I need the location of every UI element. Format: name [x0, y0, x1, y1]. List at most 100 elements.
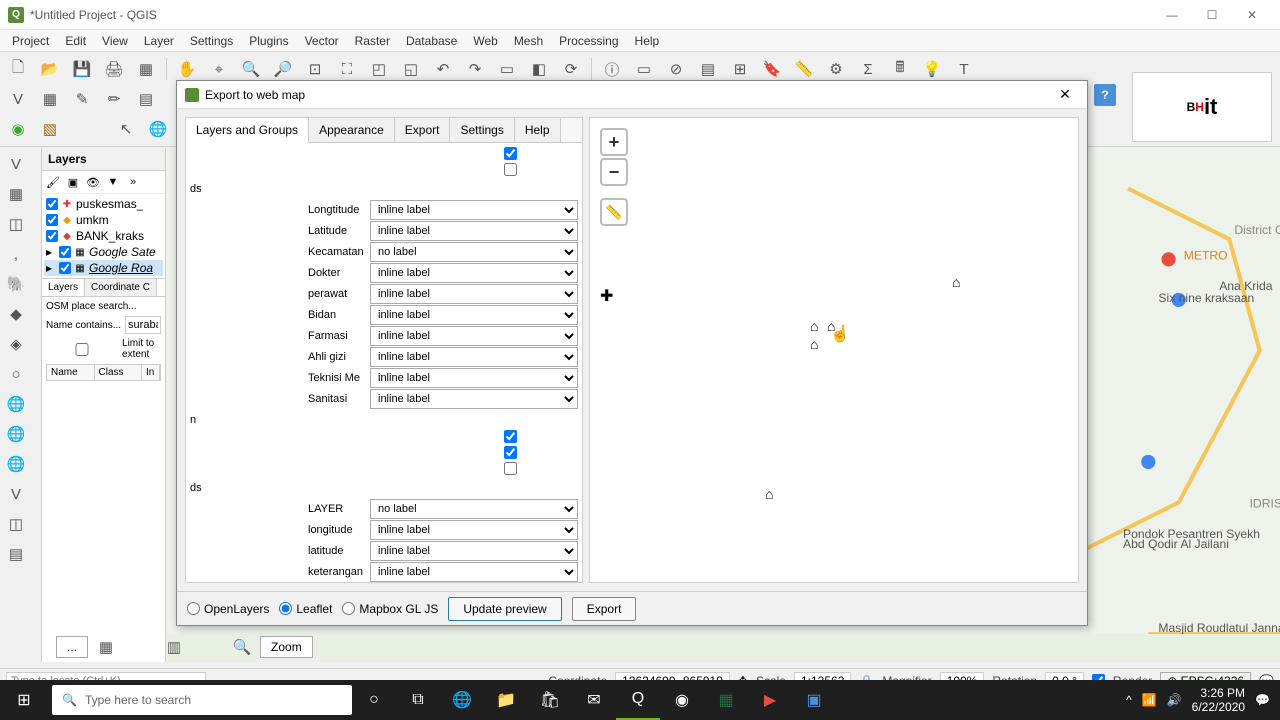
pan-icon[interactable]: ✋	[173, 55, 201, 83]
file-explorer-icon[interactable]: 📁	[484, 680, 528, 720]
measure-icon[interactable]: 📏	[790, 55, 818, 83]
field-popup-select[interactable]: inline label	[370, 263, 578, 283]
manage-visibility-icon[interactable]: 👁	[84, 173, 102, 191]
tab-layers-groups[interactable]: Layers and Groups	[186, 118, 309, 143]
new-shapefile-icon[interactable]: ✎	[68, 85, 96, 113]
menu-web[interactable]: Web	[465, 32, 505, 50]
layer-tree[interactable]: ✚puskesmas_ ◆umkm ◆BANK_kraks ▸▦Google S…	[42, 194, 165, 278]
chrome-icon[interactable]: ◉	[660, 680, 704, 720]
zoom-full-icon[interactable]: ⛶	[333, 55, 361, 83]
wms-icon[interactable]: 🌐	[2, 390, 30, 418]
raster-tool-icon[interactable]: ▦	[2, 180, 30, 208]
menu-view[interactable]: View	[94, 32, 136, 50]
qgis-taskbar-icon[interactable]: Q	[616, 680, 660, 720]
preview-zoom-out-icon[interactable]: −	[600, 158, 628, 186]
style-manager-icon[interactable]: ▦	[132, 55, 160, 83]
field-popup-select[interactable]: inline label	[370, 520, 578, 540]
new-map-view-icon[interactable]: ▭	[493, 55, 521, 83]
expand-all-icon[interactable]: »	[124, 173, 142, 191]
cortana-icon[interactable]: ○	[352, 680, 396, 720]
add-vector-icon[interactable]: V	[4, 85, 32, 113]
field-popup-select[interactable]: inline label	[370, 347, 578, 367]
camtasia-icon[interactable]: ▶	[748, 680, 792, 720]
tray-chevron-icon[interactable]: ^	[1126, 693, 1132, 707]
tab-appearance[interactable]: Appearance	[309, 118, 395, 142]
layer-style-icon[interactable]: 🖌	[44, 173, 62, 191]
spatialite-icon[interactable]: ◆	[2, 300, 30, 328]
menu-plugins[interactable]: Plugins	[241, 32, 296, 50]
field-popup-select[interactable]: inline label	[370, 326, 578, 346]
system-tray[interactable]: ^ 📶 🔊 3:26 PM 6/22/2020 💬	[1116, 686, 1280, 715]
taskbar-search[interactable]: 🔍 Type here to search	[52, 685, 352, 715]
oracle-icon[interactable]: ○	[2, 360, 30, 388]
menu-layer[interactable]: Layer	[136, 32, 182, 50]
zoom-out-icon[interactable]: 🔎	[269, 55, 297, 83]
text-annotation-icon[interactable]: T	[950, 55, 978, 83]
limit-extent-checkbox[interactable]	[46, 343, 118, 356]
field-popup-select[interactable]: inline label	[370, 305, 578, 325]
radio-mapboxgl[interactable]: Mapbox GL JS	[342, 602, 438, 616]
map-preview[interactable]: + − 📏 ✚ ⌂ ⌂ ⌂ ⌂ ⌂ ☝	[589, 117, 1079, 583]
layer-popup-checkbox-2[interactable]	[504, 446, 517, 459]
refresh-icon[interactable]: ⟳	[557, 55, 585, 83]
preview-measure-icon[interactable]: 📏	[600, 198, 628, 226]
tab-export[interactable]: Export	[395, 118, 451, 142]
excel-icon[interactable]: ▦	[704, 680, 748, 720]
zoom-native-icon[interactable]: ⊡	[301, 55, 329, 83]
store-icon[interactable]: 🛍	[528, 680, 572, 720]
tab-coordinate[interactable]: Coordinate C	[85, 279, 157, 296]
pan-selection-icon[interactable]: ⌖	[205, 55, 233, 83]
layer-popup-checkbox[interactable]	[504, 163, 517, 176]
layer-visible-checkbox[interactable]	[504, 147, 517, 160]
field-popup-select[interactable]: inline label	[370, 389, 578, 409]
calculator-icon[interactable]: 🖩	[886, 55, 914, 83]
tab-help[interactable]: Help	[515, 118, 561, 142]
osm-search-icon[interactable]: 🌐	[144, 115, 172, 143]
help-button-icon[interactable]: ?	[1094, 84, 1116, 106]
virtual-layer-icon[interactable]: V	[2, 480, 30, 508]
field-calc-icon[interactable]: ⊞	[726, 55, 754, 83]
data-source-manager-icon[interactable]: ▤	[2, 540, 30, 568]
statistics-icon[interactable]: Σ	[854, 55, 882, 83]
toggle-editing-icon[interactable]: ✏	[100, 85, 128, 113]
processing-icon[interactable]: ⚙	[822, 55, 850, 83]
zoom-button[interactable]: Zoom	[260, 636, 313, 658]
name-contains-input[interactable]	[125, 316, 161, 334]
layer-visible-checkbox-2[interactable]	[504, 430, 517, 443]
mesh-tool-icon[interactable]: ◫	[2, 210, 30, 238]
quickosm-icon[interactable]: ◉	[4, 115, 32, 143]
zoom-in-icon[interactable]: 🔍	[237, 55, 265, 83]
window-minimize[interactable]: —	[1152, 0, 1192, 30]
menu-vector[interactable]: Vector	[297, 32, 347, 50]
arrow-tool-icon[interactable]: ↖	[112, 115, 140, 143]
preview-zoom-in-icon[interactable]: +	[600, 128, 628, 156]
menu-processing[interactable]: Processing	[551, 32, 626, 50]
print-layout-icon[interactable]: 🖨	[100, 55, 128, 83]
taskbar-clock[interactable]: 3:26 PM 6/22/2020	[1192, 686, 1245, 715]
menu-mesh[interactable]: Mesh	[506, 32, 551, 50]
menu-settings[interactable]: Settings	[182, 32, 241, 50]
tab-settings[interactable]: Settings	[450, 118, 514, 142]
vector-tool-icon[interactable]: V	[2, 150, 30, 178]
mssql-icon[interactable]: ◈	[2, 330, 30, 358]
select-icon[interactable]: ▭	[630, 55, 658, 83]
field-popup-select[interactable]: inline label	[370, 284, 578, 304]
postgis-icon[interactable]: 🐘	[2, 270, 30, 298]
new-geopackage-icon[interactable]: ◫	[2, 510, 30, 538]
field-popup-select[interactable]: no label	[370, 499, 578, 519]
notifications-icon[interactable]: 💬	[1255, 693, 1270, 707]
dialog-close-icon[interactable]: ✕	[1051, 86, 1079, 103]
zoom-last-icon[interactable]: ↶	[429, 55, 457, 83]
tray-volume-icon[interactable]: 🔊	[1167, 693, 1182, 707]
zoom-selection-icon[interactable]: ◰	[365, 55, 393, 83]
zoom-next-icon[interactable]: ↷	[461, 55, 489, 83]
update-preview-button[interactable]: Update preview	[448, 597, 561, 621]
radio-leaflet[interactable]: Leaflet	[279, 602, 332, 616]
field-popup-select[interactable]: inline label	[370, 221, 578, 241]
layer-cluster-checkbox-2[interactable]	[504, 462, 517, 475]
task-view-icon[interactable]: ⧉	[396, 680, 440, 720]
layers-groups-scroll[interactable]: ds Longtitudeinline labelLatitudeinline …	[186, 143, 582, 582]
identify-icon[interactable]: ⓘ	[598, 55, 626, 83]
bottom-tool-icon[interactable]: ▦	[92, 633, 120, 661]
menu-database[interactable]: Database	[398, 32, 465, 50]
